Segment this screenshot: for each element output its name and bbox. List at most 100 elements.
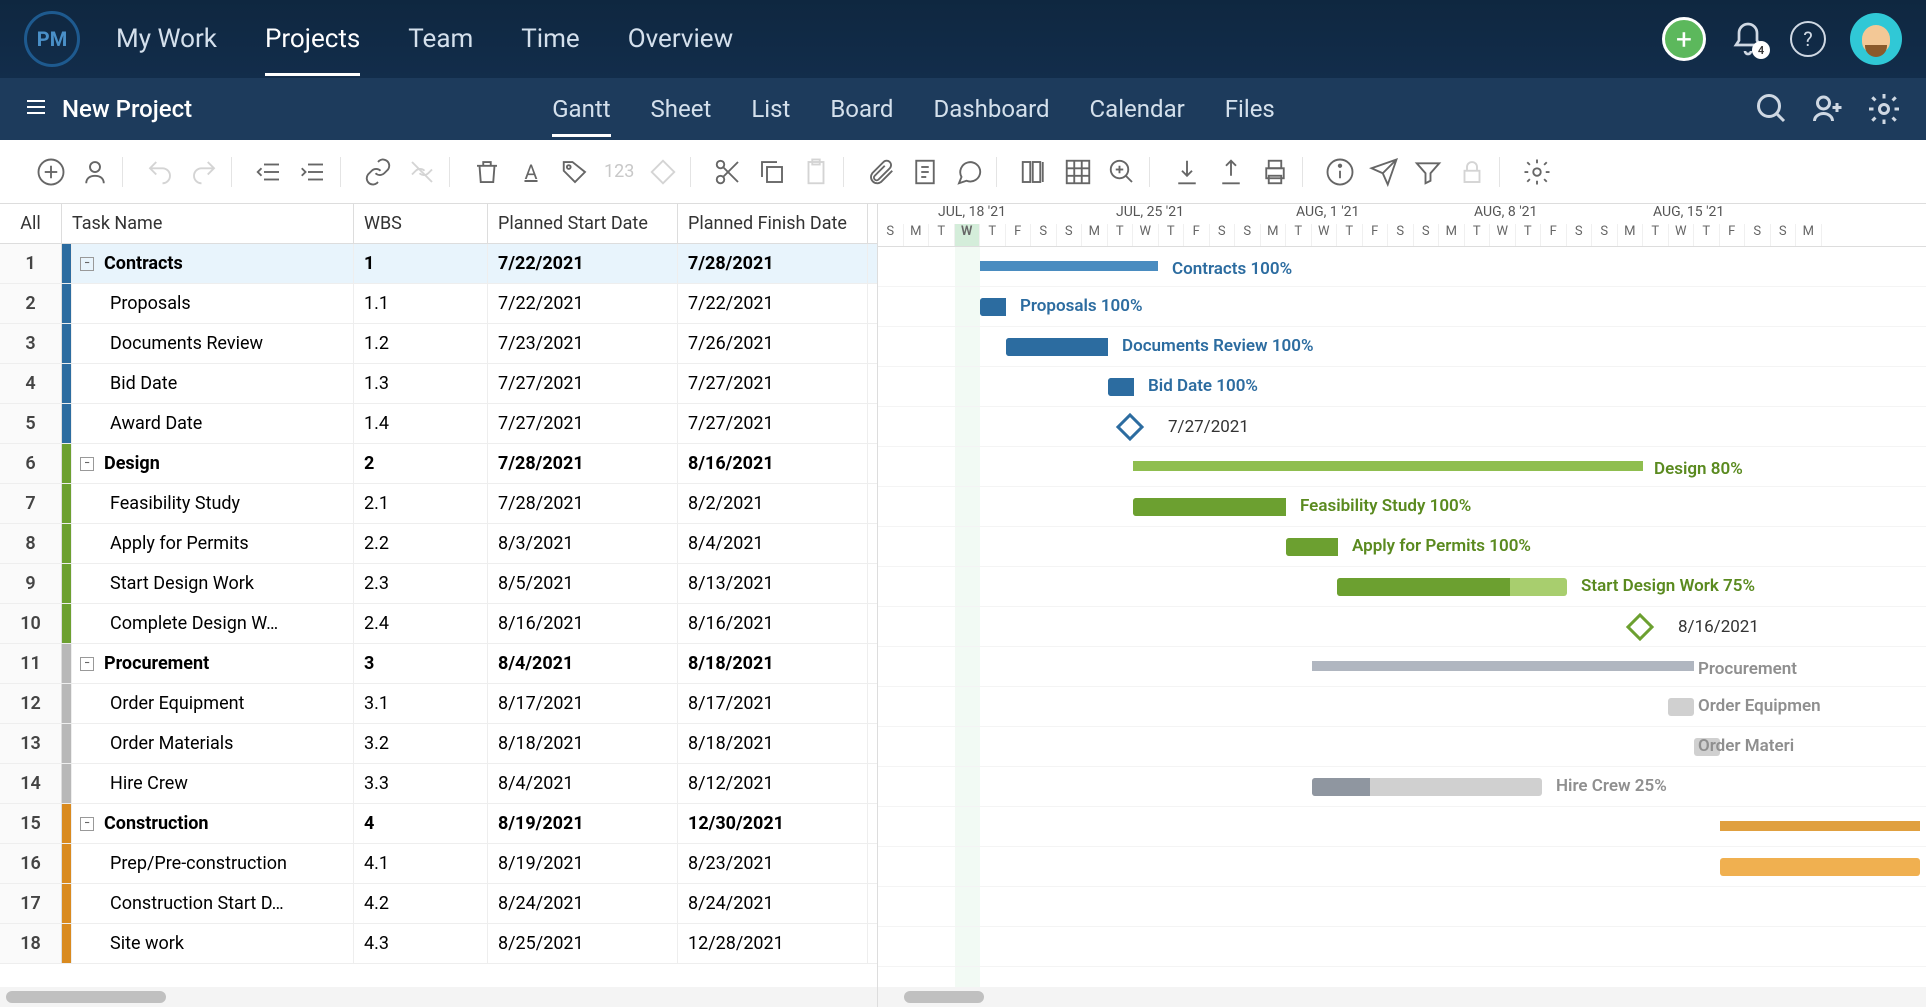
task-name-cell[interactable]: Complete Design W… <box>72 604 354 643</box>
table-row[interactable]: 3Documents Review1.27/23/20217/26/2021 <box>0 324 877 364</box>
gantt-bar[interactable]: Design 80% <box>1133 461 1643 471</box>
gantt-bar[interactable]: Bid Date 100% <box>1108 378 1134 396</box>
task-name-cell[interactable]: −Contracts <box>72 244 354 283</box>
link-button[interactable] <box>363 157 393 187</box>
gantt-row[interactable] <box>878 887 1926 927</box>
table-row[interactable]: 1−Contracts17/22/20217/28/2021 <box>0 244 877 284</box>
outdent-button[interactable] <box>254 157 284 187</box>
finish-cell[interactable]: 8/2/2021 <box>678 484 868 523</box>
finish-cell[interactable]: 7/26/2021 <box>678 324 868 363</box>
left-edge-handle[interactable] <box>0 596 2 614</box>
task-name-cell[interactable]: Apply for Permits <box>72 524 354 563</box>
finish-cell[interactable]: 8/24/2021 <box>678 884 868 923</box>
finish-cell[interactable]: 8/12/2021 <box>678 764 868 803</box>
wbs-cell[interactable]: 1.3 <box>354 364 488 403</box>
wbs-cell[interactable]: 1.1 <box>354 284 488 323</box>
logo[interactable]: PM <box>24 11 80 67</box>
task-name-cell[interactable]: Hire Crew <box>72 764 354 803</box>
font-button[interactable]: A <box>516 157 546 187</box>
table-row[interactable]: 15−Construction48/19/202112/30/2021 <box>0 804 877 844</box>
export-button[interactable] <box>1216 157 1246 187</box>
nav-projects[interactable]: Projects <box>265 2 360 76</box>
wbs-cell[interactable]: 2 <box>354 444 488 483</box>
gantt-row[interactable]: Design 80% <box>878 447 1926 487</box>
milestone-button[interactable] <box>648 157 678 187</box>
task-name-cell[interactable]: Order Materials <box>72 724 354 763</box>
task-name-cell[interactable]: Bid Date <box>72 364 354 403</box>
indent-button[interactable] <box>298 157 328 187</box>
start-cell[interactable]: 8/19/2021 <box>488 844 678 883</box>
menu-button[interactable] <box>24 95 48 123</box>
add-button[interactable]: + <box>1662 17 1706 61</box>
table-row[interactable]: 7Feasibility Study2.17/28/20218/2/2021 <box>0 484 877 524</box>
task-name-cell[interactable]: Start Design Work <box>72 564 354 603</box>
task-name-cell[interactable]: Order Equipment <box>72 684 354 723</box>
finish-cell[interactable]: 8/23/2021 <box>678 844 868 883</box>
col-start[interactable]: Planned Start Date <box>488 204 678 243</box>
gantt-row[interactable] <box>878 847 1926 887</box>
col-all[interactable]: All <box>0 204 62 243</box>
finish-cell[interactable]: 8/4/2021 <box>678 524 868 563</box>
redo-button[interactable] <box>189 157 219 187</box>
collapse-icon[interactable]: − <box>80 257 94 271</box>
wbs-cell[interactable]: 3 <box>354 644 488 683</box>
nav-team[interactable]: Team <box>408 2 473 76</box>
info-button[interactable] <box>1325 157 1355 187</box>
table-row[interactable]: 2Proposals1.17/22/20217/22/2021 <box>0 284 877 324</box>
start-cell[interactable]: 8/19/2021 <box>488 804 678 843</box>
notifications-button[interactable]: 4 <box>1730 21 1766 57</box>
milestone-marker[interactable] <box>1626 613 1654 641</box>
table-row[interactable]: 6−Design27/28/20218/16/2021 <box>0 444 877 484</box>
assign-button[interactable] <box>80 157 110 187</box>
start-cell[interactable]: 7/28/2021 <box>488 444 678 483</box>
gantt-row[interactable]: Order Equipmen <box>878 687 1926 727</box>
task-name-cell[interactable]: Construction Start D… <box>72 884 354 923</box>
table-row[interactable]: 11−Procurement38/4/20218/18/2021 <box>0 644 877 684</box>
tab-calendar[interactable]: Calendar <box>1090 81 1185 137</box>
nav-overview[interactable]: Overview <box>628 2 733 76</box>
gantt-bar[interactable]: Proposals 100% <box>980 298 1006 316</box>
gantt-row[interactable]: Hire Crew 25% <box>878 767 1926 807</box>
options-button[interactable] <box>1522 157 1552 187</box>
gantt-row[interactable]: 8/16/2021 <box>878 607 1926 647</box>
start-cell[interactable]: 8/4/2021 <box>488 764 678 803</box>
start-cell[interactable]: 8/24/2021 <box>488 884 678 923</box>
collapse-icon[interactable]: − <box>80 817 94 831</box>
gantt-bar[interactable] <box>1720 821 1920 831</box>
task-name-cell[interactable]: −Design <box>72 444 354 483</box>
wbs-cell[interactable]: 1.4 <box>354 404 488 443</box>
gantt-bar[interactable]: Feasibility Study 100% <box>1133 498 1286 516</box>
start-cell[interactable]: 8/5/2021 <box>488 564 678 603</box>
start-cell[interactable]: 7/28/2021 <box>488 484 678 523</box>
avatar[interactable] <box>1850 13 1902 65</box>
gantt-row[interactable]: 7/27/2021 <box>878 407 1926 447</box>
collapse-icon[interactable]: − <box>80 657 94 671</box>
filter-button[interactable] <box>1413 157 1443 187</box>
wbs-cell[interactable]: 3.2 <box>354 724 488 763</box>
table-row[interactable]: 16Prep/Pre-construction4.18/19/20218/23/… <box>0 844 877 884</box>
tag-button[interactable] <box>560 157 590 187</box>
table-row[interactable]: 12Order Equipment3.18/17/20218/17/2021 <box>0 684 877 724</box>
gantt-bar[interactable]: Order Equipmen <box>1668 698 1694 716</box>
gantt-bar[interactable]: Order Materi <box>1694 738 1720 756</box>
wbs-cell[interactable]: 2.1 <box>354 484 488 523</box>
finish-cell[interactable]: 12/30/2021 <box>678 804 868 843</box>
send-button[interactable] <box>1369 157 1399 187</box>
gantt-bar[interactable]: Start Design Work 75% <box>1337 578 1567 596</box>
table-row[interactable]: 17Construction Start D…4.28/24/20218/24/… <box>0 884 877 924</box>
gantt-bar[interactable]: Procurement <box>1312 661 1694 671</box>
start-cell[interactable]: 7/27/2021 <box>488 364 678 403</box>
lock-button[interactable] <box>1457 157 1487 187</box>
grid-scrollbar[interactable] <box>0 987 878 1007</box>
table-row[interactable]: 14Hire Crew3.38/4/20218/12/2021 <box>0 764 877 804</box>
print-button[interactable] <box>1260 157 1290 187</box>
delete-button[interactable] <box>472 157 502 187</box>
tab-list[interactable]: List <box>751 81 790 137</box>
gantt-row[interactable]: Procurement <box>878 647 1926 687</box>
wbs-cell[interactable]: 1 <box>354 244 488 283</box>
unlink-button[interactable] <box>407 157 437 187</box>
tab-board[interactable]: Board <box>830 81 893 137</box>
wbs-cell[interactable]: 4.2 <box>354 884 488 923</box>
table-row[interactable]: 13Order Materials3.28/18/20218/18/2021 <box>0 724 877 764</box>
settings-button[interactable] <box>1866 91 1902 127</box>
